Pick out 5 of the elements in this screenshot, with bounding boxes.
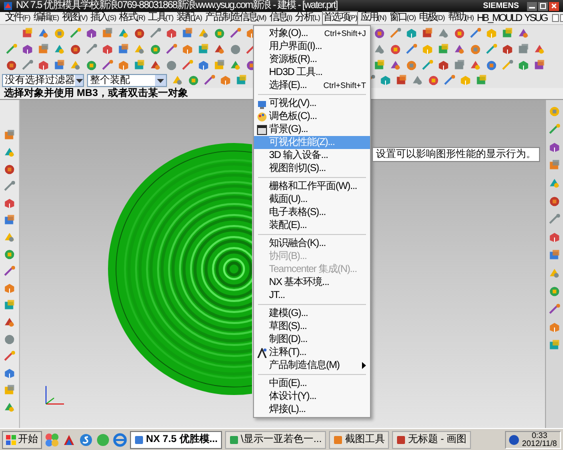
clock-time: 0:33 xyxy=(532,432,548,440)
tooltip: 设置可以影响图形性能的显示行为。 xyxy=(372,147,540,162)
clock-date: 2012/11/8 xyxy=(522,440,557,448)
brand-logo: SIEMENS xyxy=(482,0,519,12)
status-line: 选择对象并使用 MB3，或者双击某一对象 xyxy=(4,88,188,100)
